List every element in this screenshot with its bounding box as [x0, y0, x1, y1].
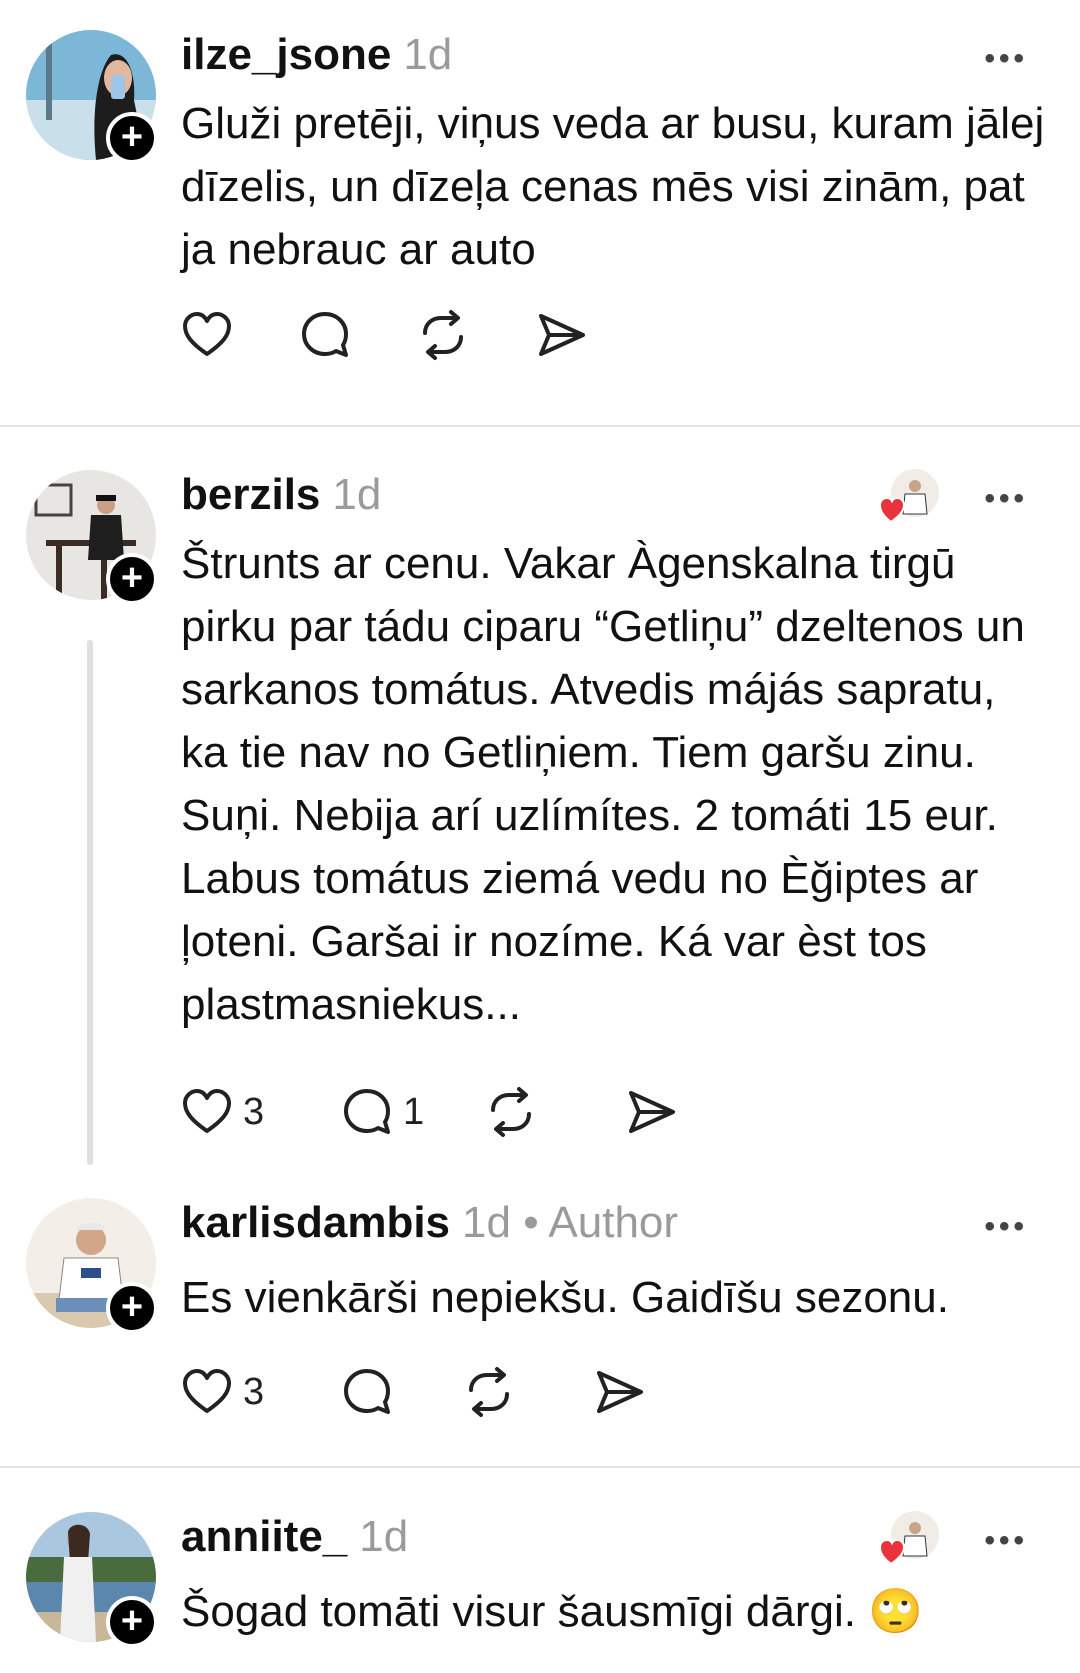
- username[interactable]: ilze_jsone: [181, 30, 391, 79]
- like-button[interactable]: 3: [181, 1082, 264, 1142]
- share-button[interactable]: [625, 1082, 677, 1142]
- reply-count: 1: [403, 1090, 425, 1133]
- post-text: Štrunts ar cenu. Vakar Àgenskalna tirgū …: [181, 539, 1025, 1029]
- follow-button[interactable]: +: [106, 553, 158, 605]
- liked-by-author-badge: [878, 1510, 940, 1570]
- post-age: 1d: [332, 470, 382, 519]
- repost-icon: [423, 310, 463, 360]
- share-button[interactable]: [535, 305, 587, 365]
- divider: [0, 1466, 1080, 1468]
- liked-by-author-badge: [878, 468, 940, 528]
- like-count: 3: [243, 1090, 265, 1133]
- post-header: karlisdambis 1d • Author: [181, 1196, 678, 1250]
- heart-icon: [183, 1089, 231, 1133]
- repost-button[interactable]: [463, 1362, 515, 1422]
- comment-icon: [302, 312, 348, 357]
- repost-button[interactable]: [485, 1082, 537, 1142]
- thread-line: [87, 640, 93, 1165]
- reply-button[interactable]: [341, 1362, 393, 1422]
- heart-icon: [183, 312, 231, 356]
- comment-icon: [344, 1089, 390, 1134]
- post-header: ilze_jsone 1d: [181, 28, 452, 82]
- post-header: anniite_ 1d: [181, 1510, 408, 1564]
- reply-button[interactable]: 1: [341, 1082, 424, 1142]
- follow-button[interactable]: +: [106, 1596, 158, 1648]
- post-age: 1d: [462, 1198, 511, 1247]
- follow-button[interactable]: +: [106, 1282, 158, 1334]
- post-text: Es vienkārši nepiekšu. Gaidīšu sezonu.: [181, 1273, 949, 1322]
- more-options-button[interactable]: •••: [984, 484, 1028, 514]
- post-header: berzils 1d: [181, 468, 381, 522]
- author-tag: • Author: [523, 1198, 679, 1247]
- post-age: 1d: [403, 30, 453, 79]
- heart-badge-icon: [878, 496, 906, 524]
- comment-icon: [344, 1369, 390, 1414]
- post-age: 1d: [359, 1512, 409, 1561]
- send-icon: [539, 314, 585, 356]
- more-options-button[interactable]: •••: [984, 44, 1028, 74]
- share-button[interactable]: [593, 1362, 645, 1422]
- more-options-button[interactable]: •••: [984, 1526, 1028, 1556]
- repost-icon: [491, 1087, 531, 1137]
- heart-icon: [183, 1369, 231, 1413]
- post-text: Šogad tomāti visur šausmīgi dārgi. 🙄: [181, 1587, 923, 1636]
- heart-badge-icon: [878, 1538, 906, 1566]
- send-icon: [597, 1371, 643, 1413]
- like-button[interactable]: [181, 305, 233, 365]
- reply-button[interactable]: [299, 305, 351, 365]
- more-options-button[interactable]: •••: [984, 1212, 1028, 1242]
- send-icon: [629, 1091, 675, 1133]
- username[interactable]: karlisdambis: [181, 1198, 450, 1247]
- username[interactable]: anniite_: [181, 1512, 347, 1561]
- follow-button[interactable]: +: [106, 112, 158, 164]
- divider: [0, 425, 1080, 427]
- repost-icon: [469, 1367, 509, 1417]
- like-button[interactable]: 3: [181, 1362, 264, 1422]
- like-count: 3: [243, 1370, 265, 1413]
- post-text: Gluži pretēji, viņus veda ar busu, kuram…: [181, 99, 1045, 274]
- repost-button[interactable]: [417, 305, 469, 365]
- username[interactable]: berzils: [181, 470, 320, 519]
